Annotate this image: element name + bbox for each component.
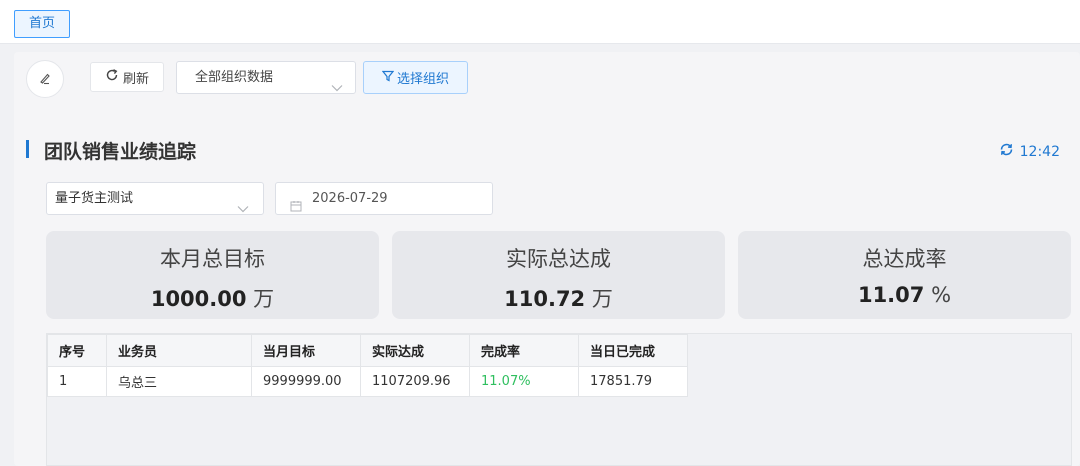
- stat-value: 110.72 万: [392, 283, 725, 313]
- sales-table-container: 序号 业务员 当月目标 实际达成 完成率 当日已完成 1 乌总三 9999999…: [46, 333, 1072, 466]
- stat-label: 总达成率: [862, 247, 947, 271]
- refresh-label: 刷新: [122, 71, 149, 87]
- org-select-value: 全部组织数据: [195, 70, 274, 85]
- stat-unit: %: [931, 283, 952, 307]
- calendar-icon: [290, 193, 302, 224]
- filter-icon: [381, 70, 397, 86]
- tab-home[interactable]: 首页: [14, 10, 70, 38]
- column-header[interactable]: 业务员: [106, 334, 252, 367]
- title-accent-bar: [26, 140, 29, 158]
- sales-table: 序号 业务员 当月目标 实际达成 完成率 当日已完成 1 乌总三 9999999…: [47, 334, 688, 397]
- column-header[interactable]: 当月目标: [251, 334, 361, 367]
- table-header-row: 序号 业务员 当月目标 实际达成 完成率 当日已完成: [47, 334, 688, 367]
- date-picker[interactable]: 2026-07-29: [275, 182, 493, 215]
- choose-org-button[interactable]: 选择组织: [363, 61, 468, 94]
- stat-unit: 万: [253, 287, 275, 311]
- stat-unit: 万: [591, 287, 613, 311]
- refresh-icon: [105, 68, 123, 86]
- refresh-button[interactable]: 刷新: [90, 62, 164, 92]
- last-refresh-time[interactable]: 12:42: [999, 142, 1060, 161]
- chevron-down-icon: [331, 73, 343, 104]
- edit-button[interactable]: [26, 60, 64, 98]
- table-cell: 11.07%: [469, 366, 579, 397]
- column-header[interactable]: 当日已完成: [578, 334, 688, 367]
- column-header[interactable]: 完成率: [469, 334, 579, 367]
- owner-select[interactable]: 量子货主测试: [46, 182, 264, 215]
- stat-label: 本月总目标: [160, 247, 265, 271]
- time-label: 12:42: [1019, 143, 1060, 160]
- pen-icon: [38, 70, 52, 89]
- table-cell: 1: [47, 366, 107, 397]
- stat-value: 11.07 %: [738, 283, 1071, 307]
- stat-achievement-rate: 总达成率 11.07 %: [738, 231, 1071, 319]
- column-header[interactable]: 实际达成: [360, 334, 470, 367]
- table-cell: 乌总三: [106, 366, 252, 397]
- stat-number: 110.72: [504, 287, 586, 311]
- sync-icon: [999, 142, 1020, 161]
- stat-number: 1000.00: [150, 287, 247, 311]
- org-data-select[interactable]: 全部组织数据: [176, 61, 356, 94]
- date-value: 2026-07-29: [312, 191, 388, 206]
- top-bar: 首页: [0, 0, 1080, 44]
- table-cell: 1107209.96: [360, 366, 470, 397]
- panel-title: 团队销售业绩追踪: [44, 141, 197, 163]
- stat-number: 11.07: [857, 283, 925, 307]
- table-cell: 17851.79: [578, 366, 688, 397]
- stat-label: 实际总达成: [506, 247, 611, 271]
- stat-value: 1000.00 万: [46, 283, 379, 313]
- owner-select-value: 量子货主测试: [55, 191, 134, 206]
- table-row[interactable]: 1 乌总三 9999999.00 1107209.96 11.07% 17851…: [47, 366, 688, 397]
- stat-actual-achieved: 实际总达成 110.72 万: [392, 231, 725, 319]
- chevron-down-icon: [237, 194, 249, 225]
- table-cell: 9999999.00: [251, 366, 361, 397]
- column-header[interactable]: 序号: [47, 334, 107, 367]
- choose-org-label: 选择组织: [396, 72, 449, 87]
- stat-month-target: 本月总目标 1000.00 万: [46, 231, 379, 319]
